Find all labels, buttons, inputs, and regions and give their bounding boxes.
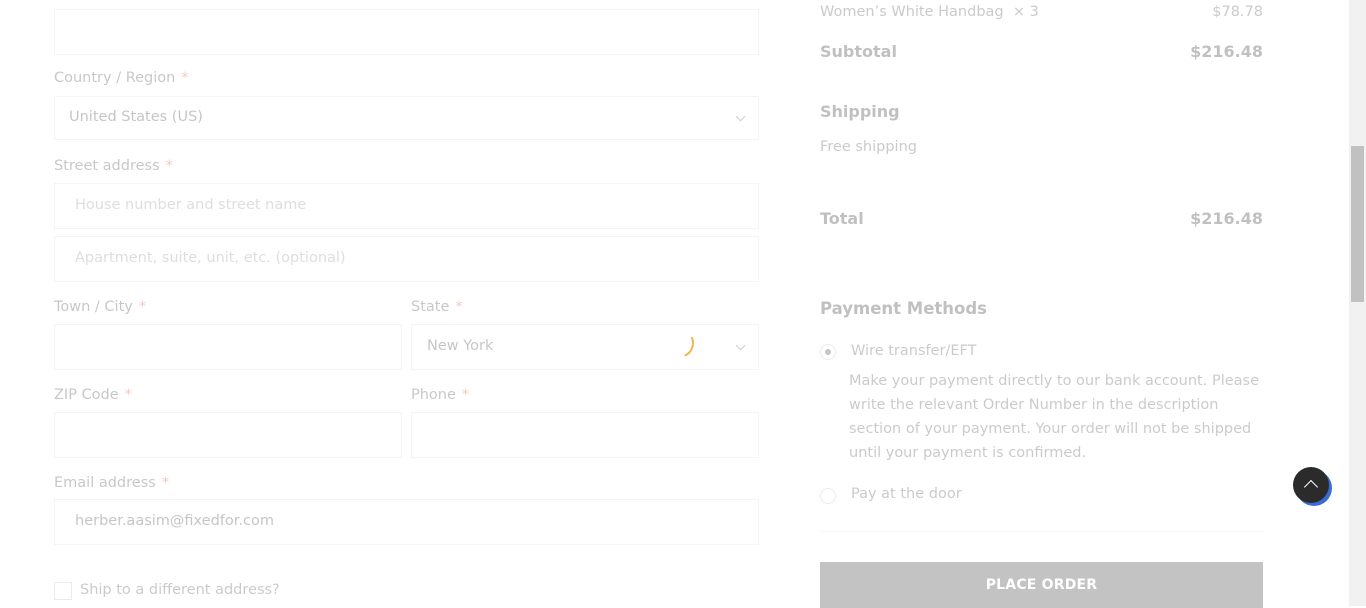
checkout-page: Country / Region * United States (US) Str…: [0, 0, 1349, 608]
city-label: Town / City *: [54, 299, 147, 315]
chevron-down-icon: [735, 340, 746, 351]
ship-different-checkbox[interactable]: [54, 582, 72, 600]
payment-divider: [820, 531, 1263, 532]
country-label: Country / Region *: [54, 70, 189, 86]
state-label: State *: [411, 299, 463, 315]
country-value: United States (US): [69, 109, 203, 125]
state-value: New York: [427, 338, 494, 354]
payment-methods-title: Payment Methods: [820, 299, 988, 318]
email-label: Email address *: [54, 475, 170, 491]
item-name: Women’s White Handbag: [820, 4, 1004, 20]
chevron-down-icon: [735, 111, 746, 122]
place-order-button[interactable]: PLACE ORDER: [820, 562, 1263, 608]
wire-transfer-radio[interactable]: [820, 344, 836, 360]
ship-different-label[interactable]: Ship to a different address?: [80, 582, 280, 598]
shipping-label: Shipping: [820, 102, 900, 121]
wire-transfer-description: Make your payment directly to our bank a…: [849, 373, 1260, 461]
subtotal-value: $216.48: [1190, 42, 1263, 61]
city-field[interactable]: [54, 324, 402, 370]
zip-field[interactable]: [54, 412, 402, 458]
shipping-method: Free shipping: [820, 139, 917, 155]
street-placeholder: House number and street name: [75, 197, 307, 213]
apartment-placeholder: Apartment, suite, unit, etc. (optional): [75, 250, 346, 266]
state-select[interactable]: New York: [411, 324, 759, 370]
total-label: Total: [820, 209, 864, 228]
wire-transfer-label[interactable]: Wire transfer/EFT: [851, 343, 976, 359]
item-qty: × 3: [1012, 4, 1039, 20]
apartment-field[interactable]: Apartment, suite, unit, etc. (optional): [54, 236, 759, 282]
country-select[interactable]: United States (US): [54, 96, 759, 140]
total-value: $216.48: [1190, 209, 1263, 228]
zip-label: ZIP Code *: [54, 387, 132, 403]
phone-label: Phone *: [411, 387, 470, 403]
email-value: herber.aasim@fixedfor.com: [75, 513, 274, 529]
subtotal-label: Subtotal: [820, 42, 897, 61]
back-to-top-button[interactable]: [1293, 467, 1329, 503]
phone-field[interactable]: [411, 412, 759, 458]
scrollbar-thumb[interactable]: [1351, 146, 1364, 302]
street-label: Street address *: [54, 158, 173, 174]
email-field[interactable]: herber.aasim@fixedfor.com: [54, 499, 759, 545]
item-price: $78.78: [1212, 4, 1263, 20]
company-field[interactable]: [54, 9, 759, 55]
scrollbar-track[interactable]: [1349, 0, 1366, 606]
pay-at-door-label[interactable]: Pay at the door: [851, 486, 962, 502]
pay-at-door-radio[interactable]: [820, 488, 836, 504]
street-address-field[interactable]: House number and street name: [54, 183, 759, 229]
